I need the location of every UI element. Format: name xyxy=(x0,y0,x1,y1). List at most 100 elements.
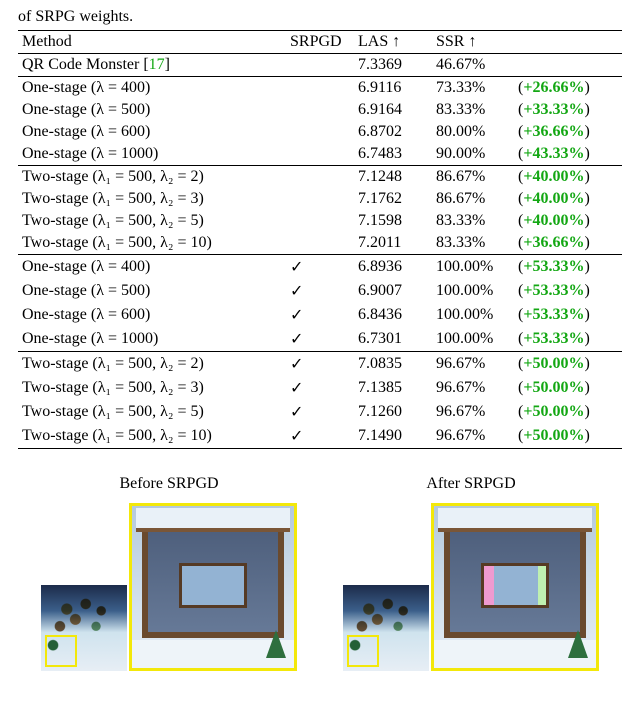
cell-method: Two-stage (λ₁ = 500, λ₂ = 10) xyxy=(18,232,286,255)
cell-las: 6.9116 xyxy=(354,77,432,100)
hdr-ssr: SSR ↑ xyxy=(432,31,622,54)
table-row: One-stage (λ = 500)6.916483.33%(+33.33%) xyxy=(18,99,622,121)
cell-method: Two-stage (λ₁ = 500, λ₂ = 5) xyxy=(18,400,286,424)
cell-las: 6.7483 xyxy=(354,143,432,166)
cell-delta: (+50.00%) xyxy=(514,352,622,377)
cell-srpgd: ✓ xyxy=(286,424,354,449)
check-icon: ✓ xyxy=(290,259,303,276)
figure-before-caption: Before SRPGD xyxy=(119,475,218,493)
table-row: Two-stage (λ₁ = 500, λ₂ = 2)7.124886.67%… xyxy=(18,166,622,189)
table-row: One-stage (λ = 1000)6.748390.00%(+43.33%… xyxy=(18,143,622,166)
cell-srpgd xyxy=(286,188,354,210)
cell-ssr: 96.67% xyxy=(432,424,514,449)
cell-delta: (+50.00%) xyxy=(514,376,622,400)
cell-delta: (+26.66%) xyxy=(514,77,622,100)
table-row: Two-stage (λ₁ = 500, λ₂ = 10)✓ 7.149096.6… xyxy=(18,424,622,449)
cell-ssr: 80.00% xyxy=(432,121,514,143)
cell-ssr: 100.00% xyxy=(432,255,514,280)
cell-ssr: 83.33% xyxy=(432,99,514,121)
check-icon: ✓ xyxy=(290,404,303,421)
cell-ssr: 100.00% xyxy=(432,327,514,352)
table-row: QR Code Monster [17]7.336946.67% xyxy=(18,54,622,77)
cell-ssr: 96.67% xyxy=(432,400,514,424)
cell-srpgd xyxy=(286,166,354,189)
table-row: One-stage (λ = 400)✓6.8936100.00%(+53.33… xyxy=(18,255,622,280)
cell-delta: (+40.00%) xyxy=(514,188,622,210)
cell-las: 7.0835 xyxy=(354,352,432,377)
cell-las: 6.8436 xyxy=(354,303,432,327)
cell-method: Two-stage (λ₁ = 500, λ₂ = 10) xyxy=(18,424,286,449)
table-row: One-stage (λ = 600)6.870280.00%(+36.66%) xyxy=(18,121,622,143)
cell-srpgd: ✓ xyxy=(286,255,354,280)
cell-las: 7.2011 xyxy=(354,232,432,255)
cell-method: Two-stage (λ₁ = 500, λ₂ = 2) xyxy=(18,352,286,377)
cell-srpgd xyxy=(286,143,354,166)
cell-delta: (+43.33%) xyxy=(514,143,622,166)
cell-delta: (+53.33%) xyxy=(514,303,622,327)
cell-las: 7.1490 xyxy=(354,424,432,449)
table-row: Two-stage (λ₁ = 500, λ₂ = 5)7.159883.33%… xyxy=(18,210,622,232)
cell-srpgd xyxy=(286,77,354,100)
check-icon: ✓ xyxy=(290,428,303,445)
cell-srpgd: ✓ xyxy=(286,352,354,377)
cell-las: 6.7301 xyxy=(354,327,432,352)
figure-after-thumb xyxy=(343,585,429,671)
cell-delta xyxy=(514,54,622,77)
cell-method: One-stage (λ = 1000) xyxy=(18,143,286,166)
cell-method: Two-stage (λ₁ = 500, λ₂ = 3) xyxy=(18,376,286,400)
cell-delta: (+36.66%) xyxy=(514,121,622,143)
cell-srpgd xyxy=(286,54,354,77)
table-row: Two-stage (λ₁ = 500, λ₂ = 3)✓ 7.138596.67… xyxy=(18,376,622,400)
cell-ssr: 100.00% xyxy=(432,279,514,303)
cell-delta: (+53.33%) xyxy=(514,279,622,303)
cell-method: One-stage (λ = 400) xyxy=(18,77,286,100)
cell-method: One-stage (λ = 400) xyxy=(18,255,286,280)
cell-srpgd: ✓ xyxy=(286,400,354,424)
cell-method: One-stage (λ = 1000) xyxy=(18,327,286,352)
roi-box-icon xyxy=(45,635,77,667)
cell-delta: (+33.33%) xyxy=(514,99,622,121)
cell-srpgd xyxy=(286,99,354,121)
figure-before-zoom xyxy=(129,503,297,671)
cell-las: 7.1598 xyxy=(354,210,432,232)
hdr-srpgd: SRPGD xyxy=(286,31,354,54)
cell-srpgd: ✓ xyxy=(286,303,354,327)
cell-method: One-stage (λ = 600) xyxy=(18,303,286,327)
check-icon: ✓ xyxy=(290,356,303,373)
cell-method: QR Code Monster [17] xyxy=(18,54,286,77)
cell-delta: (+40.00%) xyxy=(514,210,622,232)
cell-las: 6.9164 xyxy=(354,99,432,121)
figure-row: Before SRPGD After SRPGD xyxy=(18,475,622,671)
citation-link[interactable]: 17 xyxy=(149,56,165,73)
table-row: Two-stage (λ₁ = 500, λ₂ = 10)7.201183.33… xyxy=(18,232,622,255)
cell-method: One-stage (λ = 500) xyxy=(18,279,286,303)
results-table: MethodSRPGDLAS ↑SSR ↑QR Code Monster [17… xyxy=(18,30,622,449)
roi-box-icon xyxy=(347,635,379,667)
table-row: Two-stage (λ₁ = 500, λ₂ = 3)7.176286.67%… xyxy=(18,188,622,210)
table-row: One-stage (λ = 600)✓6.8436100.00%(+53.33… xyxy=(18,303,622,327)
cell-ssr: 96.67% xyxy=(432,352,514,377)
cell-ssr: 73.33% xyxy=(432,77,514,100)
cell-ssr: 96.67% xyxy=(432,376,514,400)
cell-ssr: 46.67% xyxy=(432,54,514,77)
cell-delta: (+40.00%) xyxy=(514,166,622,189)
cell-las: 7.1762 xyxy=(354,188,432,210)
cell-srpgd xyxy=(286,232,354,255)
cell-las: 7.1385 xyxy=(354,376,432,400)
figure-before-thumb xyxy=(41,585,127,671)
cell-delta: (+53.33%) xyxy=(514,327,622,352)
cell-srpgd xyxy=(286,121,354,143)
cell-method: One-stage (λ = 600) xyxy=(18,121,286,143)
cell-ssr: 100.00% xyxy=(432,303,514,327)
fragment-top-text: of SRPG weights. xyxy=(18,8,622,26)
cell-method: Two-stage (λ₁ = 500, λ₂ = 2) xyxy=(18,166,286,189)
cell-ssr: 86.67% xyxy=(432,188,514,210)
cell-method: Two-stage (λ₁ = 500, λ₂ = 5) xyxy=(18,210,286,232)
cell-delta: (+50.00%) xyxy=(514,400,622,424)
hdr-method: Method xyxy=(18,31,286,54)
table-row: One-stage (λ = 1000)✓ 6.7301100.00%(+53.3… xyxy=(18,327,622,352)
check-icon: ✓ xyxy=(290,380,303,397)
cell-srpgd: ✓ xyxy=(286,279,354,303)
check-icon: ✓ xyxy=(290,331,303,348)
cell-delta: (+50.00%) xyxy=(514,424,622,449)
